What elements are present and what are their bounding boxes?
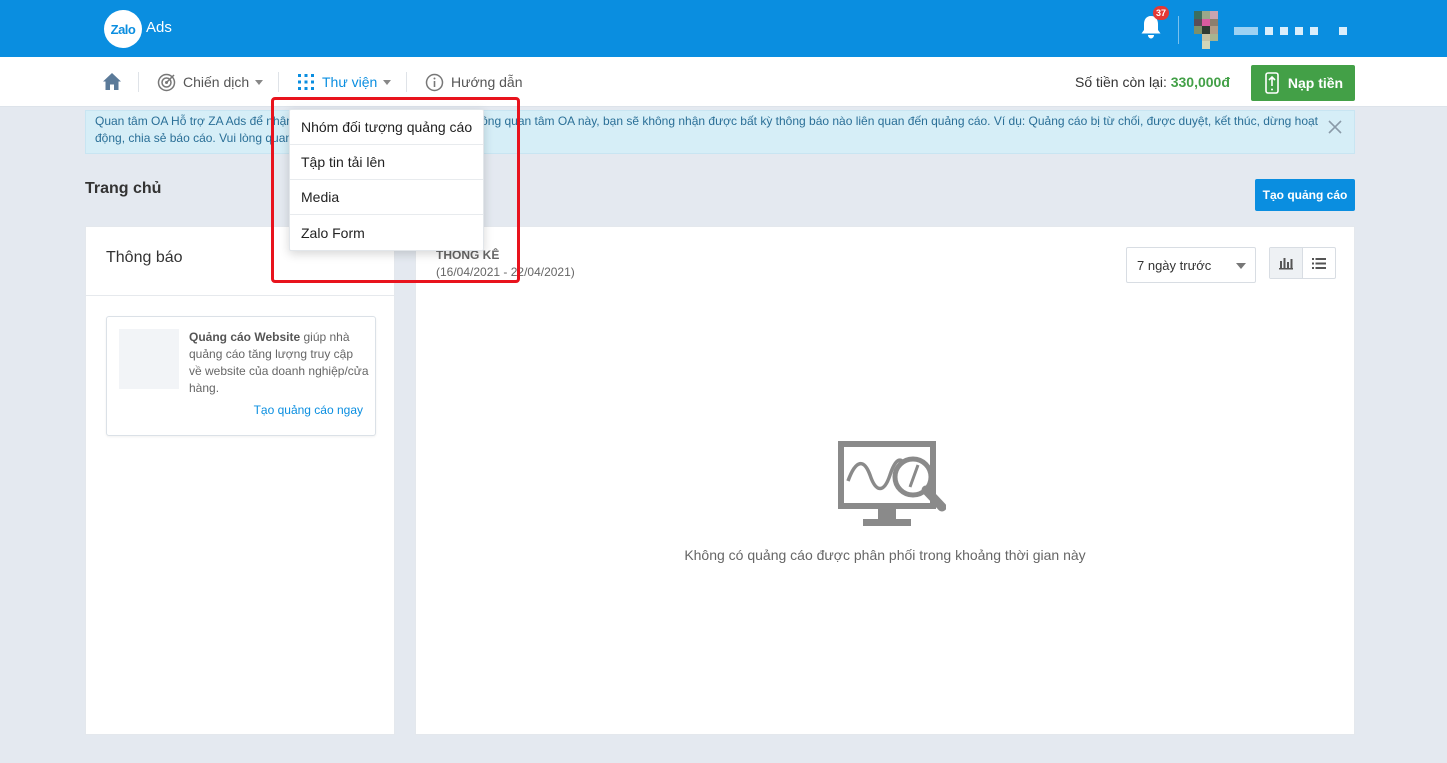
nav-guide-label: Hướng dẫn <box>451 74 523 90</box>
close-icon[interactable] <box>1328 120 1342 134</box>
list-view-button[interactable] <box>1303 248 1335 278</box>
chevron-down-icon <box>255 79 264 85</box>
zalo-ads-logo[interactable]: Zalo Ads <box>104 10 172 48</box>
panel-divider <box>86 295 394 296</box>
notice-text-line2: động, chia sẻ báo cáo. Vui lòng quan <box>95 131 293 145</box>
notification-count-badge: 37 <box>1153 6 1169 20</box>
list-icon <box>1312 257 1326 269</box>
view-toggle <box>1269 247 1336 279</box>
chart-view-button[interactable] <box>1270 248 1303 278</box>
menu-item-media[interactable]: Media <box>290 180 483 215</box>
username-pixelated[interactable] <box>1234 27 1347 35</box>
bar-chart-icon <box>1279 258 1293 270</box>
top-bar: Zalo Ads 37 <box>0 0 1447 57</box>
nav-separator <box>278 72 279 92</box>
nav-guide[interactable]: Hướng dẫn <box>425 57 522 107</box>
balance-label: Số tiền còn lại: <box>1075 74 1167 90</box>
nav-campaigns-label: Chiến dịch <box>183 74 250 90</box>
logo-text: Ads <box>146 18 172 36</box>
grid-icon <box>297 73 315 91</box>
notice-text-start: Quan tâm OA Hỗ trợ ZA Ads để nhận <box>95 114 293 128</box>
target-icon <box>157 73 176 92</box>
chevron-down-icon <box>1236 263 1246 269</box>
menu-item-zalo-form[interactable]: Zalo Form <box>290 215 483 250</box>
nav-separator <box>138 72 139 92</box>
balance: Số tiền còn lại: 330,000đ <box>1075 74 1230 90</box>
notifications-title: Thông báo <box>106 249 183 266</box>
empty-stats-icon <box>838 441 946 526</box>
promo-card: Quảng cáo Website giúp nhà quảng cáo tăn… <box>106 316 376 436</box>
promo-text: Quảng cáo Website giúp nhà quảng cáo tăn… <box>189 329 369 397</box>
create-ad-now-link[interactable]: Tạo quảng cáo ngay <box>254 403 363 417</box>
nav-library-label: Thư viện <box>322 74 378 90</box>
topup-label: Nạp tiền <box>1287 75 1344 91</box>
phone-payment-icon <box>1265 72 1279 94</box>
nav-bar: Chiến dịch Thư viện Hướng dẫn Số tiền cò… <box>0 57 1447 107</box>
library-dropdown-menu: Nhóm đối tượng quảng cáo Tập tin tải lên… <box>289 109 484 251</box>
nav-campaigns[interactable]: Chiến dịch <box>157 57 264 107</box>
period-select[interactable]: 7 ngày trước <box>1126 247 1256 283</box>
nav-separator <box>406 72 407 92</box>
period-select-value: 7 ngày trước <box>1137 257 1212 273</box>
topbar-divider <box>1178 16 1179 44</box>
menu-item-audience-groups[interactable]: Nhóm đối tượng quảng cáo <box>290 110 483 145</box>
empty-stats-message: Không có quảng cáo được phân phối trong … <box>684 547 1086 563</box>
promo-text-bold: Quảng cáo Website <box>189 330 301 344</box>
balance-value: 330,000đ <box>1170 74 1230 90</box>
notifications-panel: Thông báo Quảng cáo Website giúp nhà quả… <box>85 226 395 735</box>
nav-library[interactable]: Thư viện <box>297 57 392 107</box>
topup-button[interactable]: Nạp tiền <box>1251 65 1355 101</box>
stats-panel: THỐNG KÊ (16/04/2021 - 22/04/2021) 7 ngà… <box>415 226 1355 735</box>
chevron-down-icon <box>383 79 392 85</box>
create-ad-button[interactable]: Tạo quảng cáo <box>1255 179 1355 211</box>
home-icon[interactable] <box>102 72 122 91</box>
zalo-logo-icon: Zalo <box>104 10 142 48</box>
stats-date-range: (16/04/2021 - 22/04/2021) <box>436 265 575 279</box>
notice-banner: Quan tâm OA Hỗ trợ ZA Ads để nhận hông q… <box>85 110 1355 154</box>
avatar[interactable] <box>1194 11 1226 49</box>
menu-item-uploaded-files[interactable]: Tập tin tải lên <box>290 145 483 180</box>
info-icon <box>425 73 444 92</box>
notice-text-end: hông quan tâm OA này, bạn sẽ không nhận … <box>474 114 1318 128</box>
page-title: Trang chủ <box>85 180 162 197</box>
promo-thumbnail <box>119 329 179 389</box>
